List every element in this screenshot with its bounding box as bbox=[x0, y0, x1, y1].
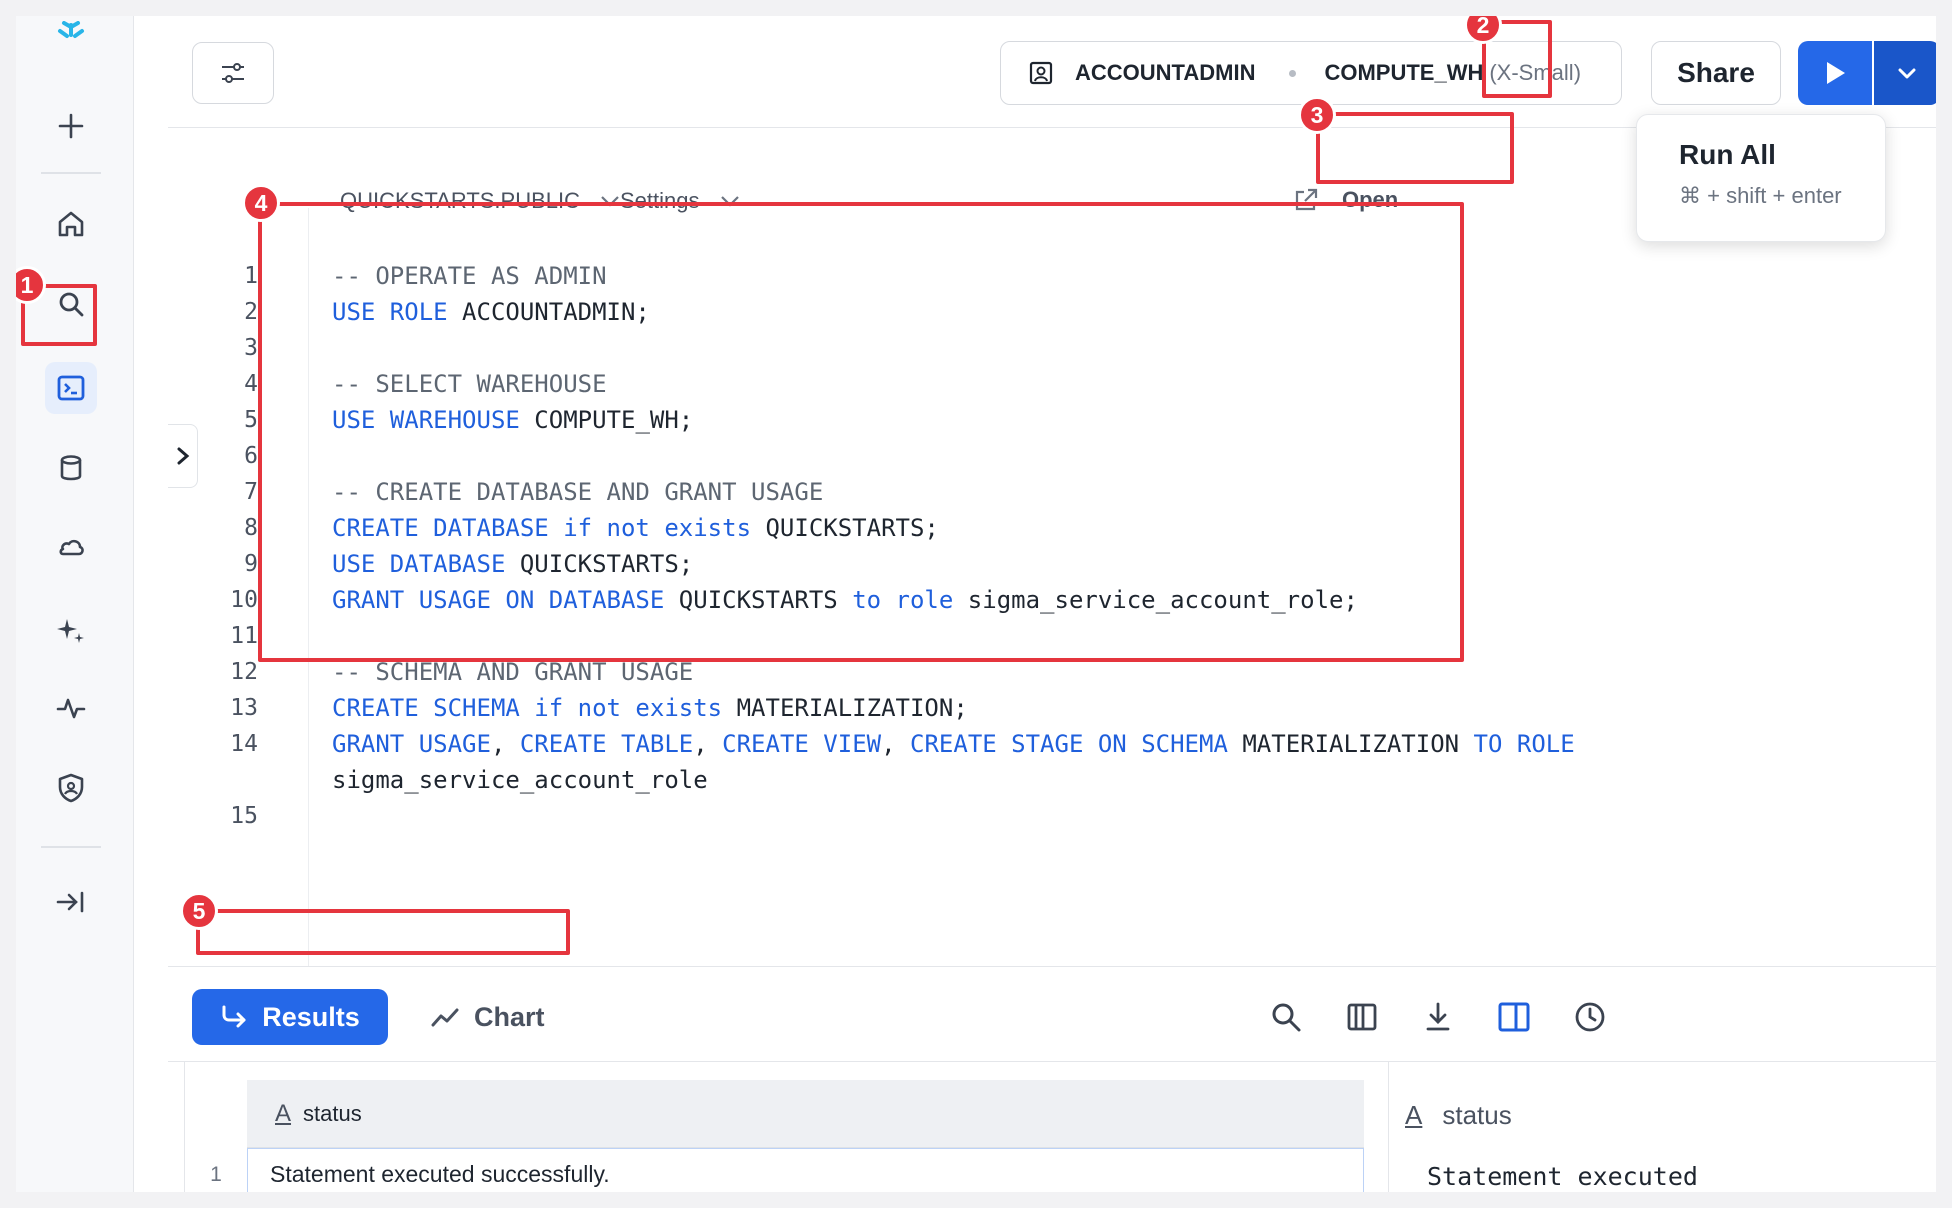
run-all-shortcut: ⌘ + shift + enter bbox=[1679, 183, 1842, 208]
sidebar-divider bbox=[41, 846, 101, 848]
run-button[interactable] bbox=[1798, 41, 1872, 105]
line-number: 14 bbox=[230, 731, 258, 757]
sql-text: MATERIALIZATION; bbox=[722, 694, 968, 722]
code-line: CREATE SCHEMA if not exists MATERIALIZAT… bbox=[332, 690, 1812, 726]
sql-keyword: CREATE SCHEMA if not exists bbox=[332, 694, 723, 722]
line-number: 1 bbox=[244, 263, 258, 289]
sql-keyword: CREATE TABLE bbox=[519, 730, 694, 758]
history-clock-icon[interactable] bbox=[1570, 997, 1610, 1037]
annotation-box-4 bbox=[258, 202, 1464, 662]
sql-text: , bbox=[881, 730, 911, 758]
line-number: 9 bbox=[244, 551, 258, 577]
run-options-dropdown[interactable] bbox=[1874, 41, 1936, 105]
annotation-badge-5: 5 bbox=[180, 892, 218, 930]
line-number: 11 bbox=[230, 623, 258, 649]
row-number: 1 bbox=[210, 1163, 222, 1186]
app-window: ACCOUNTADMIN COMPUTE_WH (X-Small) Share … bbox=[16, 16, 1936, 1192]
columns-icon[interactable] bbox=[1342, 997, 1382, 1037]
role-icon bbox=[1029, 61, 1053, 85]
play-icon bbox=[1827, 62, 1845, 84]
database-icon[interactable] bbox=[45, 442, 97, 494]
download-icon[interactable] bbox=[1418, 997, 1458, 1037]
return-arrow-icon bbox=[222, 1005, 246, 1028]
sql-text: sigma_service_account_role bbox=[332, 766, 708, 794]
line-number: 15 bbox=[230, 803, 258, 829]
worksheets-icon[interactable] bbox=[45, 362, 97, 414]
activity-icon[interactable] bbox=[45, 682, 97, 734]
sidebar bbox=[16, 16, 134, 1192]
sidebar-divider bbox=[41, 172, 101, 174]
annotation-box-3 bbox=[1316, 112, 1514, 184]
split-panel-icon[interactable] bbox=[1494, 997, 1534, 1037]
inspector-header: A status bbox=[1405, 1100, 1512, 1131]
column-header[interactable]: A status bbox=[247, 1080, 1364, 1148]
text-type-icon: A bbox=[275, 1099, 292, 1127]
worksheet-toolbar: ACCOUNTADMIN COMPUTE_WH (X-Small) Share bbox=[168, 16, 1936, 128]
sql-keyword: CREATE VIEW bbox=[722, 730, 882, 758]
annotation-box-5 bbox=[196, 909, 570, 955]
home-icon[interactable] bbox=[45, 198, 97, 250]
results-tab[interactable]: Results bbox=[192, 989, 388, 1045]
sql-keyword: TO ROLE bbox=[1473, 730, 1575, 758]
line-chart-icon bbox=[431, 1008, 459, 1027]
cell-inspector: A status Statement executed bbox=[1388, 1062, 1936, 1192]
sql-text: MATERIALIZATION bbox=[1227, 730, 1474, 758]
line-number bbox=[168, 762, 258, 798]
column-name: status bbox=[303, 1100, 362, 1126]
line-number: 4 bbox=[244, 371, 258, 397]
line-number: 7 bbox=[244, 479, 258, 505]
ai-sparkle-icon[interactable] bbox=[45, 604, 97, 656]
code-line: sigma_service_account_role bbox=[332, 762, 1812, 798]
line-number-gutter: 1 2 3 4 5 6 7 8 9 10 11 12 13 14 15 bbox=[168, 258, 258, 834]
line-number: 12 bbox=[230, 659, 258, 685]
line-number: 10 bbox=[230, 587, 258, 613]
expand-sidebar-icon[interactable] bbox=[45, 876, 97, 928]
line-number: 13 bbox=[230, 695, 258, 721]
separator-dot bbox=[1289, 69, 1297, 77]
inspector-title: status bbox=[1442, 1100, 1512, 1130]
results-tab-label: Results bbox=[262, 1001, 360, 1032]
inspector-value: Statement executed bbox=[1427, 1162, 1698, 1191]
filters-button[interactable] bbox=[192, 42, 274, 104]
results-grid: A status 1 Statement executed successful… bbox=[184, 1062, 1364, 1192]
admin-shield-icon[interactable] bbox=[45, 762, 97, 814]
cloud-icon[interactable] bbox=[45, 520, 97, 572]
line-number: 6 bbox=[244, 443, 258, 469]
warehouse-name: COMPUTE_WH bbox=[1324, 60, 1484, 85]
sql-text: , bbox=[693, 730, 723, 758]
sql-comment: -- SCHEMA AND GRANT USAGE bbox=[332, 658, 694, 686]
line-number: 8 bbox=[244, 515, 258, 541]
sliders-icon bbox=[222, 63, 244, 83]
annotation-badge-3: 3 bbox=[1298, 96, 1336, 134]
run-all-menu-item[interactable]: Run All bbox=[1679, 139, 1776, 171]
role-name: ACCOUNTADMIN bbox=[1075, 60, 1256, 85]
text-type-icon: A bbox=[1405, 1100, 1423, 1130]
results-toolbar: Results Chart bbox=[168, 966, 1936, 1062]
sql-text: , bbox=[490, 730, 520, 758]
sql-keyword: CREATE STAGE ON SCHEMA bbox=[910, 730, 1228, 758]
search-results-icon[interactable] bbox=[1266, 997, 1306, 1037]
chart-tab-label: Chart bbox=[474, 1001, 545, 1032]
line-number: 5 bbox=[244, 407, 258, 433]
annotation-badge-4: 4 bbox=[242, 184, 280, 222]
chart-tab[interactable]: Chart bbox=[430, 989, 545, 1045]
snowflake-logo-icon[interactable] bbox=[45, 16, 97, 64]
line-number: 3 bbox=[244, 335, 258, 361]
share-button[interactable]: Share bbox=[1651, 41, 1781, 105]
sql-keyword: GRANT USAGE bbox=[332, 730, 491, 758]
line-number: 2 bbox=[244, 299, 258, 325]
run-options-menu: Run All ⌘ + shift + enter bbox=[1636, 114, 1886, 242]
chevron-down-icon bbox=[1898, 68, 1916, 79]
result-cell[interactable]: Statement executed successfully. bbox=[247, 1148, 1364, 1192]
code-line: GRANT USAGE, CREATE TABLE, CREATE VIEW, … bbox=[332, 726, 1812, 762]
add-icon[interactable] bbox=[45, 100, 97, 152]
